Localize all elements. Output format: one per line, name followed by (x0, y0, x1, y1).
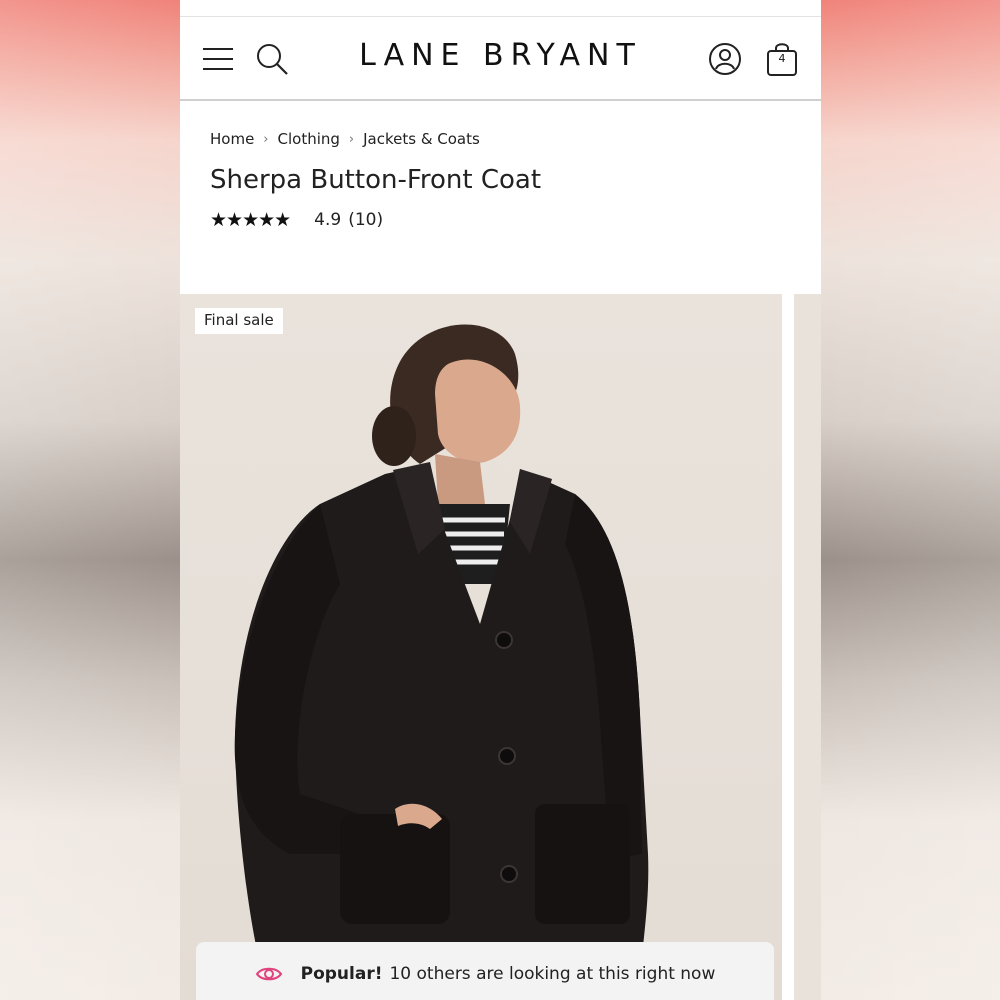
product-photo-model-in-coat (234, 324, 649, 1000)
phone-screen: LANE BRYANT 4 Home › Clothing › Jackets … (180, 0, 821, 1000)
site-header: LANE BRYANT 4 (180, 17, 821, 101)
breadcrumb-home[interactable]: Home (210, 130, 254, 148)
rating-score: 4.9 (314, 210, 342, 230)
final-sale-badge: Final sale (195, 308, 283, 334)
breadcrumb: Home › Clothing › Jackets & Coats (210, 130, 480, 148)
eye-icon (255, 965, 283, 983)
top-banner-edge (180, 0, 821, 17)
product-rating[interactable]: ★★★★★ 4.9 (10) (210, 209, 383, 231)
breadcrumb-jackets-coats[interactable]: Jackets & Coats (363, 130, 480, 148)
popular-text: 10 others are looking at this right now (389, 964, 716, 984)
product-image-gallery[interactable]: Final sale Popular! 10 others are lookin… (180, 294, 782, 1000)
background-blur-left (0, 0, 180, 1000)
breadcrumb-clothing[interactable]: Clothing (278, 130, 340, 148)
account-button[interactable] (705, 39, 745, 79)
popular-notice: Popular! 10 others are looking at this r… (196, 942, 774, 1000)
next-gallery-image-peek[interactable] (794, 294, 821, 1000)
shopping-bag-button[interactable]: 4 (762, 39, 802, 79)
star-rating-icon: ★★★★★ (210, 209, 291, 231)
breadcrumb-separator: › (263, 131, 269, 147)
account-icon (709, 43, 741, 75)
product-title: Sherpa Button-Front Coat (210, 165, 542, 195)
breadcrumb-separator: › (348, 131, 355, 147)
bag-count-badge: 4 (778, 52, 786, 65)
popular-label: Popular! (300, 964, 383, 984)
review-count[interactable]: (10) (348, 210, 383, 230)
background-blur-right (821, 0, 1000, 1000)
